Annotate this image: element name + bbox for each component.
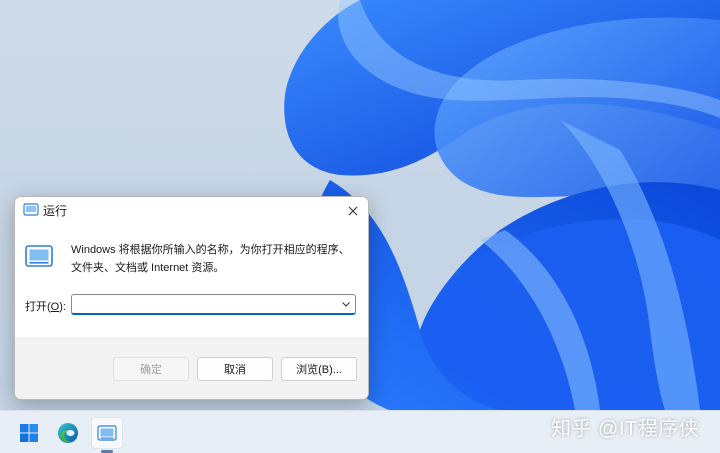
open-input[interactable] xyxy=(71,294,356,315)
dialog-description: Windows 将根据你所输入的名称，为你打开相应的程序、文件夹、文档或 Int… xyxy=(71,244,350,274)
open-label-suffix: ): xyxy=(59,301,66,313)
ok-button[interactable]: 确定 xyxy=(113,357,189,381)
desktop: 运行 Windows 将根据你所输入的名称，为你打开相应的程序、文件夹、文档或 … xyxy=(0,0,720,453)
open-label: 打开(O): xyxy=(25,298,66,314)
open-label-accesskey: O xyxy=(50,301,60,313)
start-button[interactable] xyxy=(13,417,45,449)
edge-icon xyxy=(58,423,78,443)
close-icon xyxy=(348,206,358,216)
chevron-down-icon[interactable] xyxy=(341,299,351,309)
start-icon xyxy=(20,424,38,442)
run-app-icon xyxy=(25,245,53,267)
browse-button[interactable]: 浏览(B)... xyxy=(281,357,357,381)
dialog-title: 运行 xyxy=(43,204,68,218)
cancel-button[interactable]: 取消 xyxy=(197,357,273,381)
open-label-prefix: 打开( xyxy=(25,301,51,313)
dialog-footer: 确定 取消 浏览(B)... xyxy=(15,337,368,399)
run-title-icon xyxy=(23,203,39,216)
run-taskbar-button[interactable] xyxy=(91,417,123,449)
edge-button[interactable] xyxy=(52,417,84,449)
watermark: 知乎 @IT程序侠 xyxy=(551,418,700,440)
run-dialog: 运行 Windows 将根据你所输入的名称，为你打开相应的程序、文件夹、文档或 … xyxy=(14,196,369,400)
run-taskbar-icon xyxy=(97,424,117,441)
close-button[interactable] xyxy=(338,197,368,225)
dialog-content: Windows 将根据你所输入的名称，为你打开相应的程序、文件夹、文档或 Int… xyxy=(15,225,368,337)
title-bar[interactable]: 运行 xyxy=(15,197,368,225)
